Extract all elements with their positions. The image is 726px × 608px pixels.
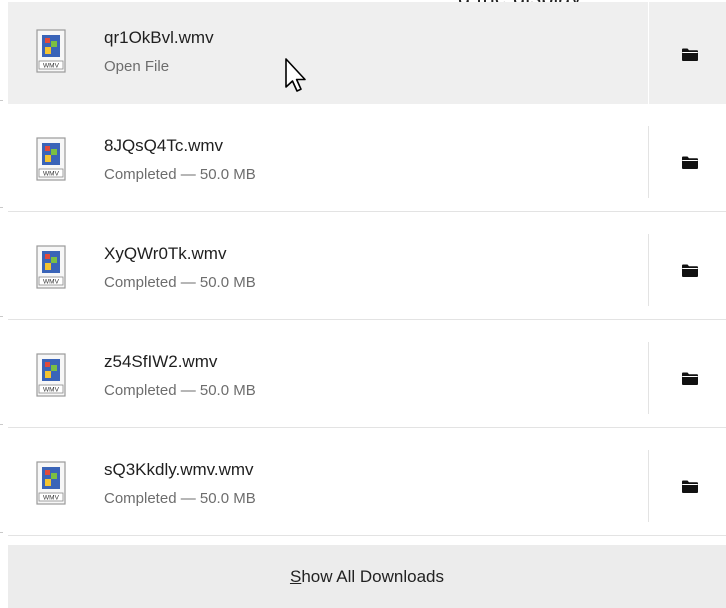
download-item[interactable]: WMV z54SfIW2.wmv Completed — 50.0 MB [8, 326, 726, 428]
wmv-file-icon: WMV [36, 137, 66, 181]
item-divider [648, 2, 649, 104]
item-divider [648, 126, 649, 198]
svg-text:WMV: WMV [43, 387, 60, 394]
open-containing-folder-button[interactable] [670, 250, 710, 290]
left-edge-tick [0, 207, 3, 208]
wmv-file-icon: WMV [36, 29, 66, 73]
download-file-name: XyQWr0Tk.wmv [104, 244, 227, 263]
download-status: Completed — 50.0 MB [104, 490, 256, 507]
left-edge-tick [0, 424, 3, 425]
open-containing-folder-button[interactable] [670, 358, 710, 398]
wmv-file-icon: WMV [36, 353, 66, 397]
folder-icon [682, 372, 698, 385]
show-all-label: how All Downloads [301, 566, 445, 586]
download-status: Completed — 50.0 MB [104, 382, 256, 399]
item-divider [648, 450, 649, 522]
download-file-name: sQ3Kkdly.wmv.wmv [104, 460, 254, 479]
folder-icon [682, 480, 698, 493]
item-divider [648, 342, 649, 414]
downloads-panel: g the display WMV qr1OkBvl.wmv Open File [0, 0, 726, 608]
show-all-downloads-button[interactable]: Show All Downloads [8, 545, 726, 608]
svg-text:WMV: WMV [43, 171, 60, 178]
open-containing-folder-button[interactable] [670, 142, 710, 182]
download-file-name: qr1OkBvl.wmv [104, 28, 214, 47]
wmv-file-icon: WMV [36, 245, 66, 289]
svg-text:WMV: WMV [43, 279, 60, 286]
show-all-accesskey: S [289, 566, 302, 586]
download-file-name: 8JQsQ4Tc.wmv [104, 136, 224, 155]
open-containing-folder-button[interactable] [670, 466, 710, 506]
download-item[interactable]: WMV qr1OkBvl.wmv Open File [8, 2, 726, 104]
download-item[interactable]: WMV XyQWr0Tk.wmv Completed — 50.0 MB [8, 218, 726, 320]
wmv-file-icon: WMV [36, 461, 66, 505]
download-item[interactable]: WMV 8JQsQ4Tc.wmv Completed — 50.0 MB [8, 110, 726, 212]
folder-icon [682, 48, 698, 61]
download-file-name: z54SfIW2.wmv [104, 352, 218, 371]
left-edge-tick [0, 316, 3, 317]
left-edge-tick [0, 532, 3, 533]
folder-icon [682, 264, 698, 277]
left-edge-tick [0, 100, 3, 101]
svg-text:WMV: WMV [43, 495, 60, 502]
download-item[interactable]: WMV sQ3Kkdly.wmv.wmv Completed — 50.0 MB [8, 434, 726, 536]
svg-text:WMV: WMV [43, 63, 60, 70]
folder-icon [682, 156, 698, 169]
download-status: Completed — 50.0 MB [104, 166, 256, 183]
download-status: Completed — 50.0 MB [104, 274, 256, 291]
item-divider [648, 234, 649, 306]
download-status: Open File [104, 58, 170, 75]
open-containing-folder-button[interactable] [670, 34, 710, 74]
